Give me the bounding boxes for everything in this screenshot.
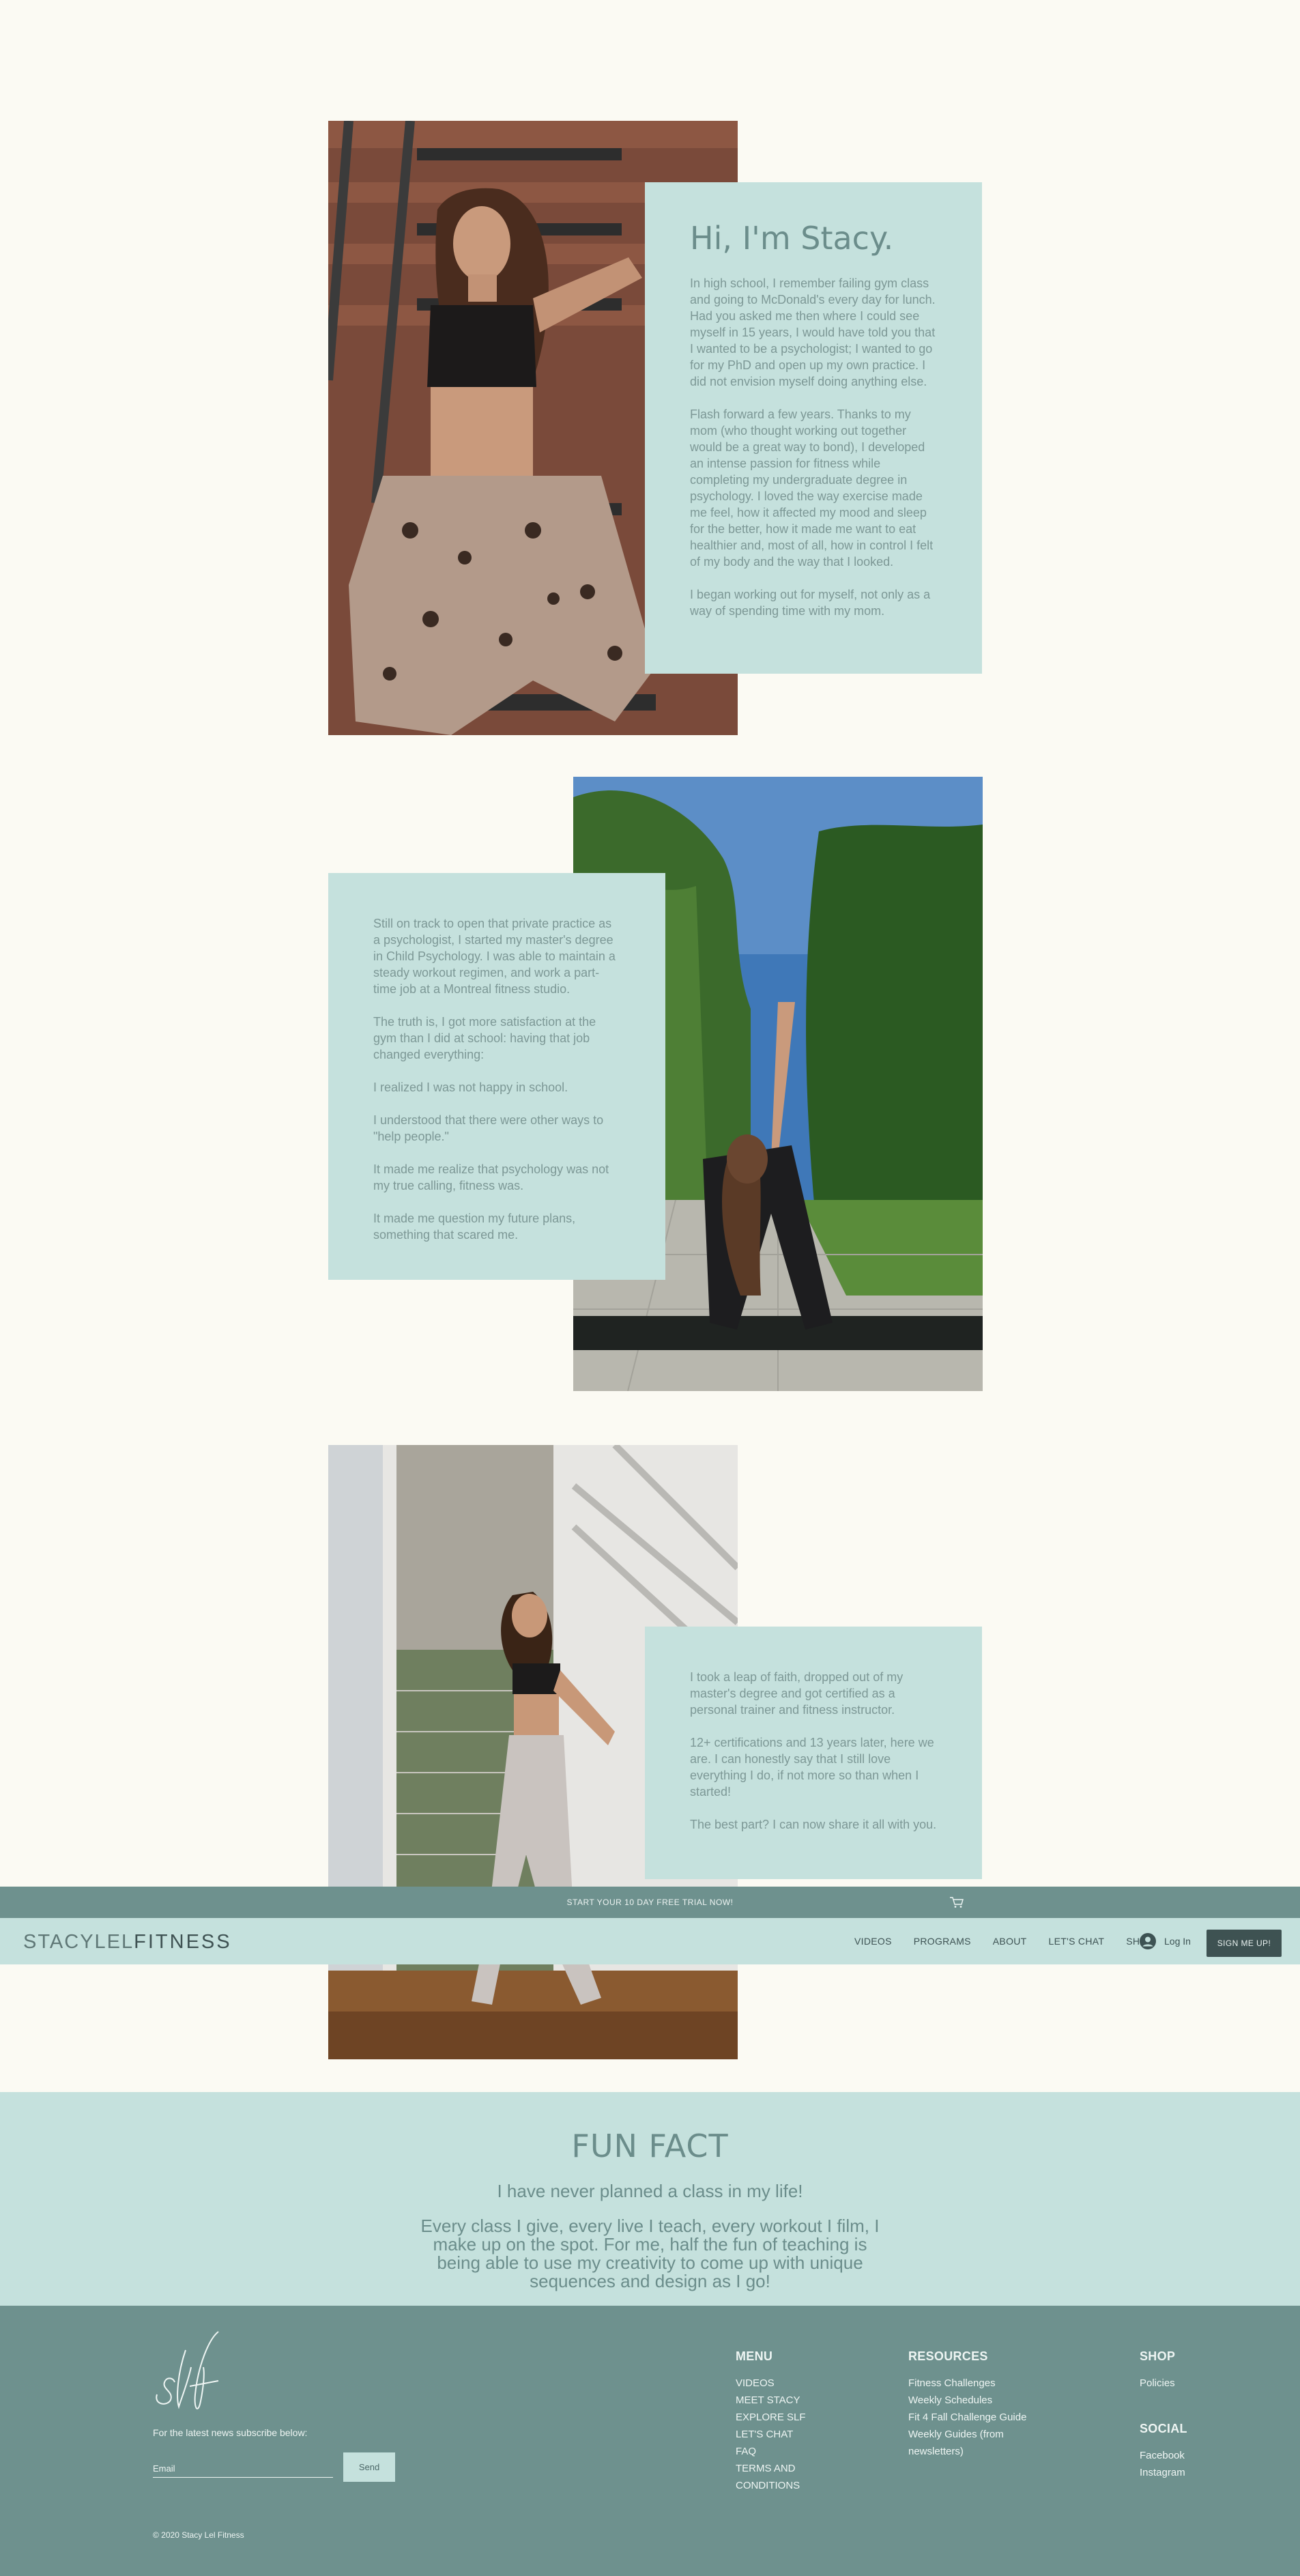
site-footer: For the latest news subscribe below: Sen… [0, 2306, 1300, 2576]
intro-paragraph: I began working out for myself, not only… [690, 588, 931, 618]
footer-link[interactable]: MEET STACY [736, 2392, 818, 2409]
footer-social-title: SOCIAL [1140, 2422, 1187, 2435]
footer-resources-title: RESOURCES [908, 2349, 988, 2363]
footer-resources: RESOURCES Fitness Challenges Weekly Sche… [908, 2348, 1045, 2460]
story-card: Still on track to open that private prac… [328, 873, 665, 1280]
footer-link[interactable]: FAQ [736, 2443, 818, 2460]
avatar-icon [1140, 1933, 1156, 1949]
email-field[interactable] [153, 2460, 333, 2476]
signature-logo [150, 2326, 232, 2422]
email-field-wrapper [153, 2460, 333, 2478]
footer-menu: MENU VIDEOS MEET STACY EXPLORE SLF LET'S… [736, 2348, 818, 2494]
fun-fact-subtitle: I have never planned a class in my life! [497, 2181, 803, 2201]
fun-fact-section: FUN FACT I have never planned a class in… [0, 2092, 1300, 2306]
cart-icon[interactable] [949, 1895, 965, 1910]
signup-button[interactable]: SIGN ME UP! [1207, 1930, 1282, 1957]
logo-light: STACYLEL [23, 1931, 134, 1953]
footer-shop: SHOP Policies [1140, 2348, 1242, 2392]
story-paragraph: I realized I was not happy in school. [373, 1081, 568, 1094]
nav-videos[interactable]: VIDEOS [854, 1936, 892, 1947]
nav-programs[interactable]: PROGRAMS [914, 1936, 971, 1947]
intro-card: Hi, I'm Stacy. In high school, I remembe… [645, 182, 982, 674]
story-paragraph: It made me question my future plans, som… [373, 1212, 576, 1242]
site-logo[interactable]: STACYLELFITNESS [23, 1932, 232, 1952]
copyright: © 2020 Stacy Lel Fitness [153, 2530, 244, 2540]
leap-paragraph: 12+ certifications and 13 years later, h… [690, 1736, 934, 1799]
story-paragraph: Still on track to open that private prac… [373, 917, 616, 996]
footer-link[interactable]: Fit 4 Fall Challenge Guide [908, 2409, 1045, 2426]
facebook-link[interactable]: Facebook [1140, 2447, 1187, 2464]
login-button[interactable]: Log In [1140, 1933, 1191, 1949]
fun-fact-body: Every class I give, every live I teach, … [420, 2216, 880, 2291]
footer-link[interactable]: VIDEOS [736, 2375, 818, 2392]
footer-link[interactable]: Weekly Schedules [908, 2392, 1045, 2409]
footer-shop-title: SHOP [1140, 2349, 1176, 2363]
story-paragraph: The truth is, I got more satisfaction at… [373, 1015, 596, 1061]
nav-links: VIDEOS PROGRAMS ABOUT LET'S CHAT SHOP [854, 1918, 1176, 1964]
footer-link[interactable]: Weekly Guides (from newsletters) [908, 2426, 1045, 2460]
footer-link[interactable]: Policies [1140, 2375, 1242, 2392]
footer-social: SOCIAL Facebook Instagram [1140, 2420, 1187, 2481]
story-paragraph: I understood that there were other ways … [373, 1113, 604, 1143]
story-paragraph: It made me realize that psychology was n… [373, 1162, 609, 1192]
main-navbar: STACYLELFITNESS VIDEOS PROGRAMS ABOUT LE… [0, 1918, 1300, 1964]
nav-lets-chat[interactable]: LET'S CHAT [1049, 1936, 1105, 1947]
footer-link[interactable]: EXPLORE SLF [736, 2409, 818, 2426]
promo-text[interactable]: START YOUR 10 DAY FREE TRIAL NOW! [567, 1898, 734, 1907]
footer-link[interactable]: TERMS AND CONDITIONS [736, 2460, 818, 2494]
leap-paragraph: I took a leap of faith, dropped out of m… [690, 1670, 904, 1717]
leap-paragraph: The best part? I can now share it all wi… [690, 1818, 937, 1831]
intro-paragraph: Flash forward a few years. Thanks to my … [690, 407, 934, 569]
leap-card: I took a leap of faith, dropped out of m… [645, 1627, 982, 1879]
newsletter-label: For the latest news subscribe below: [153, 2427, 308, 2438]
promo-banner[interactable]: START YOUR 10 DAY FREE TRIAL NOW! [0, 1887, 1300, 1918]
intro-paragraph: In high school, I remember failing gym c… [690, 276, 936, 388]
footer-link[interactable]: LET'S CHAT [736, 2426, 818, 2443]
footer-menu-title: MENU [736, 2349, 773, 2363]
intro-heading: Hi, I'm Stacy. [690, 220, 894, 257]
fun-fact-title: FUN FACT [571, 2128, 729, 2164]
logo-bold: FITNESS [134, 1931, 232, 1953]
nav-about[interactable]: ABOUT [993, 1936, 1027, 1947]
instagram-link[interactable]: Instagram [1140, 2464, 1187, 2481]
send-button[interactable]: Send [343, 2452, 395, 2482]
footer-link[interactable]: Fitness Challenges [908, 2375, 1045, 2392]
login-label: Log In [1164, 1936, 1191, 1947]
